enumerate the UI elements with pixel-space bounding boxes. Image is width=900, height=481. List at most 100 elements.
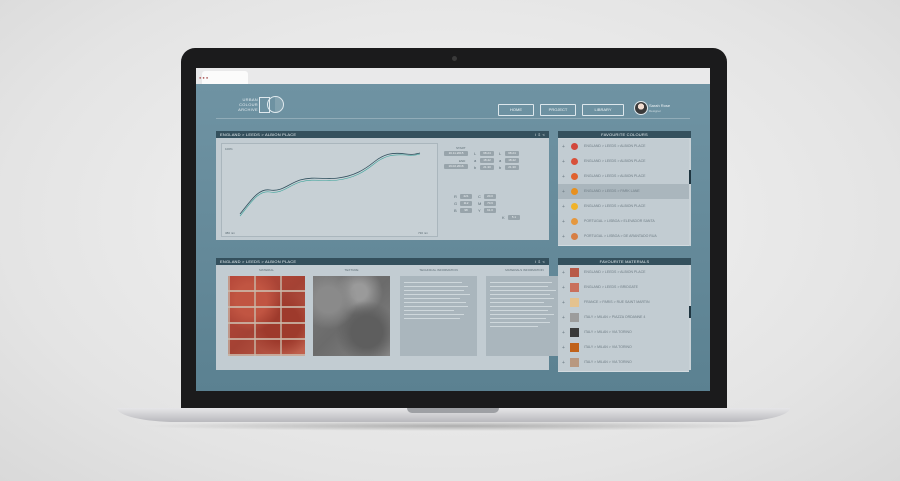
materials-panel-title: ENGLAND > LEEDS > ALBION PLACE	[220, 259, 297, 264]
add-icon[interactable]: +	[562, 270, 565, 276]
grid2-value-2[interactable]: 98	[460, 208, 472, 213]
laptop-shadow	[140, 421, 768, 431]
grid1-value-1[interactable]: 18.42	[480, 158, 494, 163]
fav-material-label: ITALY > MILAN > VIA TORINO	[584, 330, 632, 334]
stone-texture-image[interactable]	[313, 276, 390, 356]
window-controls[interactable]: ●●●	[199, 75, 209, 80]
fav-colour-label: ENGLAND > LEEDS > ALBION PLACE	[584, 174, 646, 178]
spectral-panel-title: ENGLAND > LEEDS > ALBION PLACE	[220, 132, 297, 137]
grid1-value-0[interactable]: 68.24	[480, 151, 494, 156]
add-icon[interactable]: +	[562, 204, 565, 210]
grid2-label-4: M	[478, 201, 482, 206]
add-icon[interactable]: +	[562, 159, 565, 165]
grid2-value-1[interactable]: 112	[460, 201, 472, 206]
grid2-value-5[interactable]: 61.0	[484, 208, 496, 213]
col-technical-info: TECHNICAL INFORMATION	[419, 268, 458, 272]
material-thumbnail	[570, 313, 579, 322]
material-thumbnail	[570, 298, 579, 307]
grid1-value-5[interactable]: 21.30	[505, 165, 519, 170]
grid2-label-1: G	[454, 201, 458, 206]
technical-info-text	[400, 276, 477, 356]
grid2-value-0[interactable]: 221	[460, 194, 472, 199]
colour-swatch	[571, 188, 578, 195]
spectral-curve-svg: 100% 380 nm 730 nm	[225, 147, 429, 235]
logo-circle	[267, 96, 284, 113]
col-materials-info: MATERIALS INFORMATION	[505, 268, 544, 272]
browser-bar: ●●●	[196, 68, 710, 85]
x-left-label: 380 nm	[225, 231, 236, 235]
material-thumbnail	[570, 358, 579, 367]
grid2-value-3[interactable]: 20.0	[484, 194, 496, 199]
start-date-field[interactable]: 16.11.2015	[444, 151, 468, 156]
x-right-label: 730 nm	[418, 231, 429, 235]
add-icon[interactable]: +	[562, 219, 565, 225]
colour-swatch	[571, 143, 578, 150]
materials-scrollbar[interactable]	[689, 306, 691, 318]
col-material: MATERIAL	[259, 268, 274, 272]
favourite-colours-panel: FAVOURITE COLOURS + ENGLAND > LEEDS > AL…	[558, 131, 691, 246]
add-icon[interactable]: +	[562, 300, 565, 306]
home-button[interactable]: HOME	[498, 104, 534, 116]
fav-material-label: ITALY > MILAN > VIA TORINO	[584, 345, 632, 349]
project-button[interactable]: PROJECT	[540, 104, 576, 116]
colour-swatch	[571, 203, 578, 210]
fav-material-label: ITALY > MILAN > PIAZZA ORDANNE 4	[584, 315, 646, 319]
camera	[452, 56, 457, 61]
grid1-label-1: a	[474, 158, 477, 163]
library-button[interactable]: LIBRARY	[582, 104, 624, 116]
end-date-field[interactable]: 19.02.2016	[444, 164, 468, 169]
app: URBAN COLOUR ARCHIVE HOME PROJECT LIBRAR…	[196, 84, 710, 391]
grid1-value-2[interactable]: 21.30	[480, 165, 494, 170]
colours-scrollbar[interactable]	[689, 170, 691, 184]
panel-actions-icon[interactable]: i ⇩ <	[535, 131, 545, 138]
fav-material-row[interactable]: + ITALY > MILAN > VIA TORINO	[558, 355, 689, 372]
grid1-label-2: b	[474, 165, 477, 170]
logo-text: URBAN COLOUR ARCHIVE	[232, 97, 258, 112]
user-avatar[interactable]	[634, 101, 648, 115]
add-icon[interactable]: +	[562, 360, 565, 366]
laptop-notch	[407, 408, 499, 413]
fav-colour-label: ENGLAND > LEEDS > ALBION PLACE	[584, 159, 646, 163]
grid1-label-4: a	[499, 158, 502, 163]
fav-colour-row[interactable]: + PORTUGAL > LISBOA > DE ARANTADO RUA	[558, 229, 689, 246]
logo-line-3: ARCHIVE	[238, 107, 258, 112]
grid1-label-5: b	[499, 165, 502, 170]
add-icon[interactable]: +	[562, 285, 565, 291]
laptop-base	[117, 408, 790, 422]
add-icon[interactable]: +	[562, 234, 565, 240]
favourite-colours-title: FAVOURITE COLOURS	[558, 131, 691, 138]
add-icon[interactable]: +	[562, 315, 565, 321]
grid1-label-0: L	[474, 151, 477, 156]
grid2-value-4[interactable]: 70.6	[484, 201, 496, 206]
fav-colour-label: ENGLAND > LEEDS > ALBION PLACE	[584, 204, 646, 208]
colour-swatch	[571, 218, 578, 225]
materials-actions-icon[interactable]: i ⇩ <	[535, 258, 545, 265]
y-top-label: 100%	[225, 147, 233, 151]
material-thumbnail	[570, 343, 579, 352]
grid2-label-3: C	[478, 194, 481, 199]
fav-colour-label: PORTUGAL > LISBOA > DE ARANTADO RUA	[584, 234, 657, 238]
add-icon[interactable]: +	[562, 189, 565, 195]
spectral-curve-chart: 100% 380 nm 730 nm	[221, 143, 438, 237]
grid1-value-3[interactable]: 68.24	[505, 151, 519, 156]
fav-colour-label: PORTUGAL > LISBOA > ELEVADOR SANTA	[584, 219, 655, 223]
add-icon[interactable]: +	[562, 330, 565, 336]
colour-swatch	[571, 233, 578, 240]
add-icon[interactable]: +	[562, 174, 565, 180]
brick-material-image[interactable]	[228, 276, 305, 356]
add-icon[interactable]: +	[562, 144, 565, 150]
grid2-value-6[interactable]: 5.1	[508, 215, 520, 220]
materials-info-text	[486, 276, 563, 356]
add-icon[interactable]: +	[562, 345, 565, 351]
fav-colour-label: ENGLAND > LEEDS > PARK LANE	[584, 189, 640, 193]
fav-colour-label: ENGLAND > LEEDS > ALBION PLACE	[584, 144, 646, 148]
material-thumbnail	[570, 328, 579, 337]
colour-swatch	[571, 173, 578, 180]
fav-material-label: ENGLAND > LEEDS > ALBION PLACE	[584, 270, 646, 274]
grid1-value-4[interactable]: 18.42	[505, 158, 519, 163]
favourite-materials-title: FAVOURITE MATERIALS	[558, 258, 691, 265]
user-name: Sarah Rose	[649, 103, 671, 108]
grid1-label-3: L	[499, 151, 502, 156]
spectral-panel: ENGLAND > LEEDS > ALBION PLACE i ⇩ < 100…	[216, 131, 549, 240]
screen: ●●● URBAN COLOUR ARCHIVE HOME PROJECT LI…	[196, 68, 710, 391]
